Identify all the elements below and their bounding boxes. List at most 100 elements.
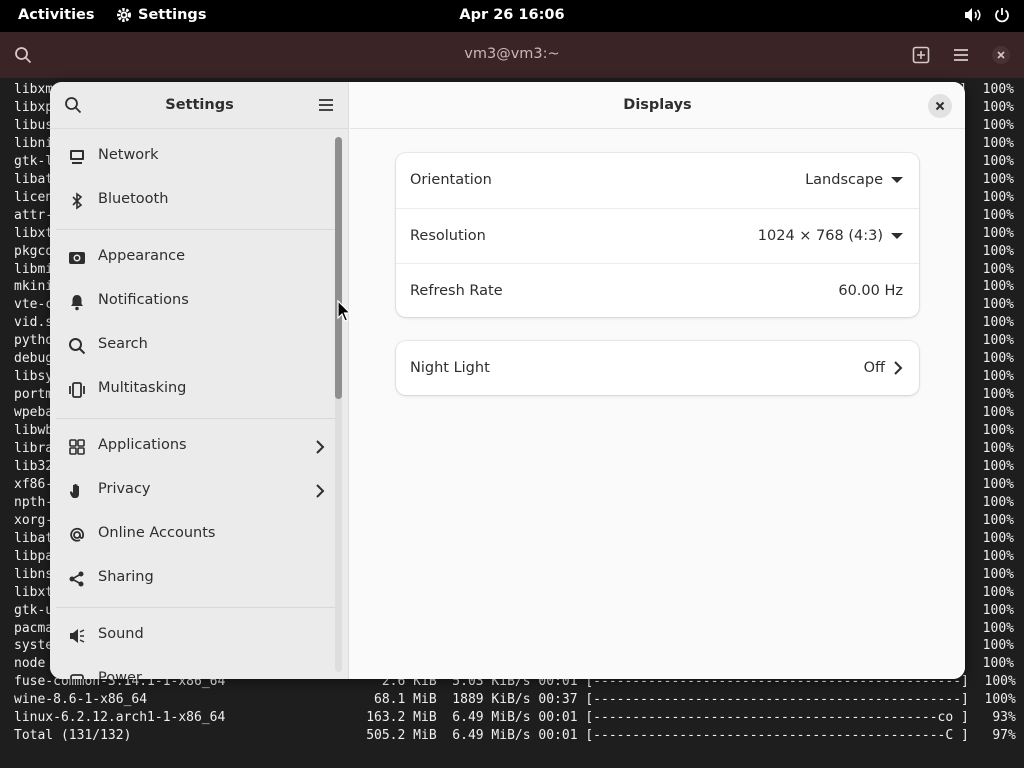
terminal-line: pacma xyxy=(14,620,54,636)
terminal-progress-end: ] 100% xyxy=(959,512,1014,528)
sidebar-item-multitasking[interactable]: Multitasking xyxy=(50,367,335,411)
sidebar-item-notifications[interactable]: Notifications xyxy=(50,279,335,323)
terminal-line: libni xyxy=(14,135,54,151)
orientation-dropdown[interactable]: Landscape xyxy=(805,172,903,188)
hamburger-menu-icon[interactable] xyxy=(952,46,970,64)
terminal-line: vid.s xyxy=(14,315,54,331)
terminal-progress-end: ] 100% xyxy=(959,584,1014,600)
sidebar-item-label: Multitasking xyxy=(98,380,187,396)
night-light-label: Night Light xyxy=(410,360,490,376)
terminal-line: libpa xyxy=(14,548,54,564)
terminal-line: pkgco xyxy=(14,243,54,259)
settings-window[interactable]: Settings Network Bluetooth Appearance No… xyxy=(50,82,965,679)
terminal-line: Total (131/132) 505.2 MiB 6.49 MiB/s 00:… xyxy=(14,728,1016,744)
terminal-line: libwb xyxy=(14,423,54,439)
terminal-line: libat xyxy=(14,530,54,546)
terminal-progress-end: ] 100% xyxy=(959,153,1014,169)
sidebar-item-appearance[interactable]: Appearance xyxy=(50,235,335,279)
close-icon[interactable] xyxy=(992,46,1010,64)
terminal-progress-end: ] 100% xyxy=(959,117,1014,133)
settings-sidebar: Settings Network Bluetooth Appearance No… xyxy=(50,82,349,679)
terminal-progress-end: ] 100% xyxy=(959,315,1014,331)
terminal-progress-end: ] 100% xyxy=(959,423,1014,439)
sidebar-item-power[interactable]: Power xyxy=(50,657,335,679)
terminal-line: npth- xyxy=(14,494,54,510)
terminal-headerbar: vm3@vm3:~ xyxy=(0,32,1024,78)
terminal-line: libus xyxy=(14,117,54,133)
sidebar-item-privacy[interactable]: Privacy xyxy=(50,468,335,512)
night-light-card[interactable]: Night Light Off xyxy=(396,341,919,395)
terminal-line: libxp xyxy=(14,99,54,115)
terminal-line: wine-8.6-1-x86_64 68.1 MiB 1889 KiB/s 00… xyxy=(14,692,1016,708)
close-button[interactable] xyxy=(928,94,952,118)
sidebar-item-bluetooth[interactable]: Bluetooth xyxy=(50,178,335,222)
terminal-line: xf86- xyxy=(14,476,54,492)
night-light-status: Off xyxy=(864,360,903,376)
terminal-progress-end: ] 100% xyxy=(959,99,1014,115)
terminal-progress-end: ] 100% xyxy=(959,638,1014,654)
sidebar-item-sound[interactable]: Sound xyxy=(50,613,335,657)
applications-icon xyxy=(69,439,85,455)
sidebar-item-label: Privacy xyxy=(98,481,151,497)
terminal-progress-end: ] 100% xyxy=(959,171,1014,187)
sidebar-item-search[interactable]: Search xyxy=(50,323,335,367)
sidebar-item-label: Notifications xyxy=(98,292,189,308)
terminal-line: linux-6.2.12.arch1-1-x86_64 163.2 MiB 6.… xyxy=(14,710,1016,726)
terminal-line: mkini xyxy=(14,279,54,295)
sidebar-item-online-accounts[interactable]: Online Accounts xyxy=(50,512,335,556)
search-icon xyxy=(69,338,86,355)
terminal-progress-end: ] 100% xyxy=(959,243,1014,259)
terminal-progress-end: ] 100% xyxy=(959,602,1014,618)
orientation-value: Landscape xyxy=(805,172,883,188)
orientation-label: Orientation xyxy=(410,172,492,188)
sidebar-item-applications[interactable]: Applications xyxy=(50,424,335,468)
terminal-line: libat xyxy=(14,171,54,187)
terminal-progress-end: ] 100% xyxy=(959,656,1014,672)
sidebar-item-label: Search xyxy=(98,336,148,352)
sidebar-item-label: Online Accounts xyxy=(98,525,216,541)
orientation-row[interactable]: Orientation Landscape xyxy=(396,153,919,208)
terminal-progress-end: ] 100% xyxy=(959,279,1014,295)
chevron-right-icon xyxy=(316,484,325,498)
sidebar-item-label: Appearance xyxy=(98,248,186,264)
content-headerbar: Displays xyxy=(350,82,965,129)
sidebar-separator xyxy=(56,229,336,230)
terminal-progress-end: ] 100% xyxy=(959,548,1014,564)
terminal-line: gtk-l xyxy=(14,153,54,169)
power-icon xyxy=(995,8,1009,23)
clock[interactable]: Apr 26 16:06 xyxy=(0,7,1024,23)
sidebar-title: Settings xyxy=(165,97,234,113)
terminal-line: xorg- xyxy=(14,512,54,528)
close-icon xyxy=(935,101,945,111)
appearance-icon xyxy=(69,252,85,264)
night-light-value: Off xyxy=(863,360,885,376)
dropdown-arrow-icon xyxy=(891,233,903,239)
system-tray[interactable] xyxy=(964,7,1010,23)
terminal-progress-end: ] 100% xyxy=(959,405,1014,421)
hamburger-menu-icon[interactable] xyxy=(317,96,335,114)
sidebar-headerbar: Settings xyxy=(50,82,349,129)
refresh-rate-label: Refresh Rate xyxy=(410,283,503,299)
night-light-row[interactable]: Night Light Off xyxy=(396,341,919,395)
chevron-right-icon xyxy=(894,361,903,375)
terminal-line: wpeba xyxy=(14,405,54,421)
terminal-line: syste xyxy=(14,638,54,654)
speaker-icon xyxy=(70,629,85,643)
sidebar-item-network[interactable]: Network xyxy=(50,134,335,178)
sidebar-item-sharing[interactable]: Sharing xyxy=(50,556,335,600)
resolution-dropdown[interactable]: 1024 × 768 (4:3) xyxy=(758,228,903,244)
network-icon xyxy=(70,150,84,164)
terminal-progress-end: ] 100% xyxy=(959,530,1014,546)
new-tab-icon[interactable] xyxy=(912,46,930,64)
terminal-line: libxt xyxy=(14,584,54,600)
sidebar-scrollbar-thumb[interactable] xyxy=(335,137,342,399)
bell-icon xyxy=(71,295,83,311)
resolution-row[interactable]: Resolution 1024 × 768 (4:3) xyxy=(396,208,919,263)
terminal-progress-end: ] 100% xyxy=(959,225,1014,241)
sidebar-item-label: Network xyxy=(98,147,159,163)
terminal-line: node xyxy=(14,656,46,672)
top-bar: Activities Settings Apr 26 16:06 xyxy=(0,0,1024,32)
terminal-progress-end: ] 100% xyxy=(959,476,1014,492)
terminal-line: pytho xyxy=(14,333,54,349)
terminal-progress-end: ] 100% xyxy=(959,494,1014,510)
